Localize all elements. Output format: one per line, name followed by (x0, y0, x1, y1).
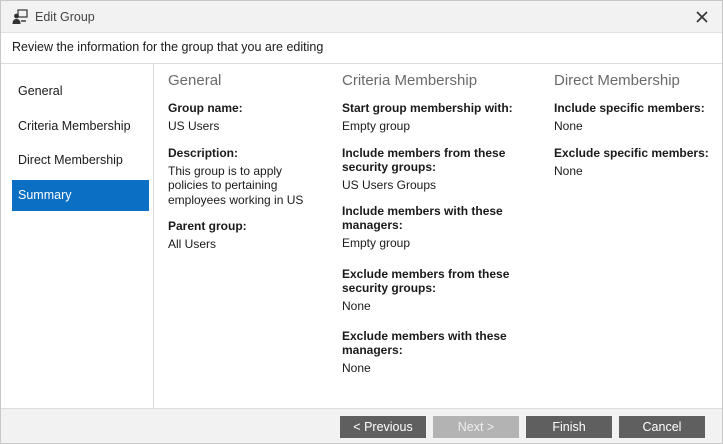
field-label: Parent group: (168, 219, 247, 233)
title-bar: Edit Group (1, 1, 722, 33)
field-value: US Users Groups (342, 177, 437, 192)
previous-button[interactable]: < Previous (340, 416, 426, 438)
exclude-security-groups-field: Exclude members from these security grou… (342, 267, 542, 314)
field-label: Start group membership with: (342, 101, 513, 115)
field-label: security groups: (342, 280, 437, 295)
edit-group-dialog: Edit Group Review the information for th… (0, 0, 723, 444)
close-icon (696, 11, 708, 23)
group-name-field: Group name: US Users (168, 101, 333, 134)
summary-panel: General Group name: US Users Description… (155, 64, 722, 408)
direct-membership-column: Direct Membership Include specific membe… (554, 72, 719, 190)
description-line: employees working in US (168, 192, 304, 207)
group-edit-icon (12, 9, 28, 25)
field-value: This group is to apply policies to perta… (168, 164, 333, 208)
finish-button[interactable]: Finish (526, 416, 612, 438)
include-security-groups-field: Include members from these security grou… (342, 146, 542, 193)
close-button[interactable] (692, 7, 712, 27)
field-label: Include members from these (342, 145, 506, 160)
field-value: None (554, 119, 583, 133)
include-managers-field: Include members with these managers: Emp… (342, 204, 542, 251)
parent-group-field: Parent group: All Users (168, 219, 333, 252)
sidebar-item-summary[interactable]: Summary (12, 180, 149, 211)
description-line: policies to pertaining (168, 178, 278, 192)
cancel-button[interactable]: Cancel (619, 416, 705, 438)
field-value: None (342, 298, 371, 313)
sidebar-item-direct-membership[interactable]: Direct Membership (12, 145, 149, 176)
window-title: Edit Group (35, 10, 95, 24)
field-value: None (554, 163, 583, 178)
field-value: Empty group (342, 236, 411, 250)
field-label: Include members with these (342, 204, 503, 218)
sidebar-item-general[interactable]: General (12, 76, 149, 107)
field-label: managers: (342, 218, 403, 232)
field-label: managers: (342, 343, 403, 357)
field-value: Empty group (342, 119, 411, 133)
field-label: Group name: (168, 101, 243, 115)
next-button[interactable]: Next > (433, 416, 519, 438)
field-value: US Users (168, 119, 220, 133)
sidebar: General Criteria Membership Direct Membe… (1, 64, 154, 408)
sidebar-item-criteria-membership[interactable]: Criteria Membership (12, 111, 149, 142)
field-label: Exclude members from these (342, 266, 510, 281)
general-column: General Group name: US Users Description… (168, 72, 333, 264)
include-specific-members-field: Include specific members: None (554, 101, 719, 134)
field-label: Exclude members with these (342, 329, 507, 343)
direct-membership-heading: Direct Membership (554, 72, 680, 89)
field-value: None (342, 361, 371, 375)
dialog-footer: < Previous Next > Finish Cancel (1, 408, 722, 443)
exclude-managers-field: Exclude members with these managers: Non… (342, 329, 542, 376)
criteria-membership-heading: Criteria Membership (342, 72, 478, 89)
field-value: All Users (168, 237, 217, 251)
start-membership-field: Start group membership with: Empty group (342, 101, 542, 134)
dialog-subtitle: Review the information for the group tha… (12, 40, 324, 54)
description-line: This group is to apply (168, 163, 283, 178)
criteria-membership-column: Criteria Membership Start group membersh… (342, 72, 542, 388)
field-label: Description: (168, 145, 239, 160)
exclude-specific-members-field: Exclude specific members: None (554, 146, 719, 179)
general-heading: General (168, 72, 222, 89)
field-label: Exclude specific members: (554, 145, 709, 160)
field-label: Include specific members: (554, 101, 705, 115)
field-label: security groups: (342, 159, 437, 174)
description-field: Description: This group is to apply poli… (168, 146, 333, 208)
